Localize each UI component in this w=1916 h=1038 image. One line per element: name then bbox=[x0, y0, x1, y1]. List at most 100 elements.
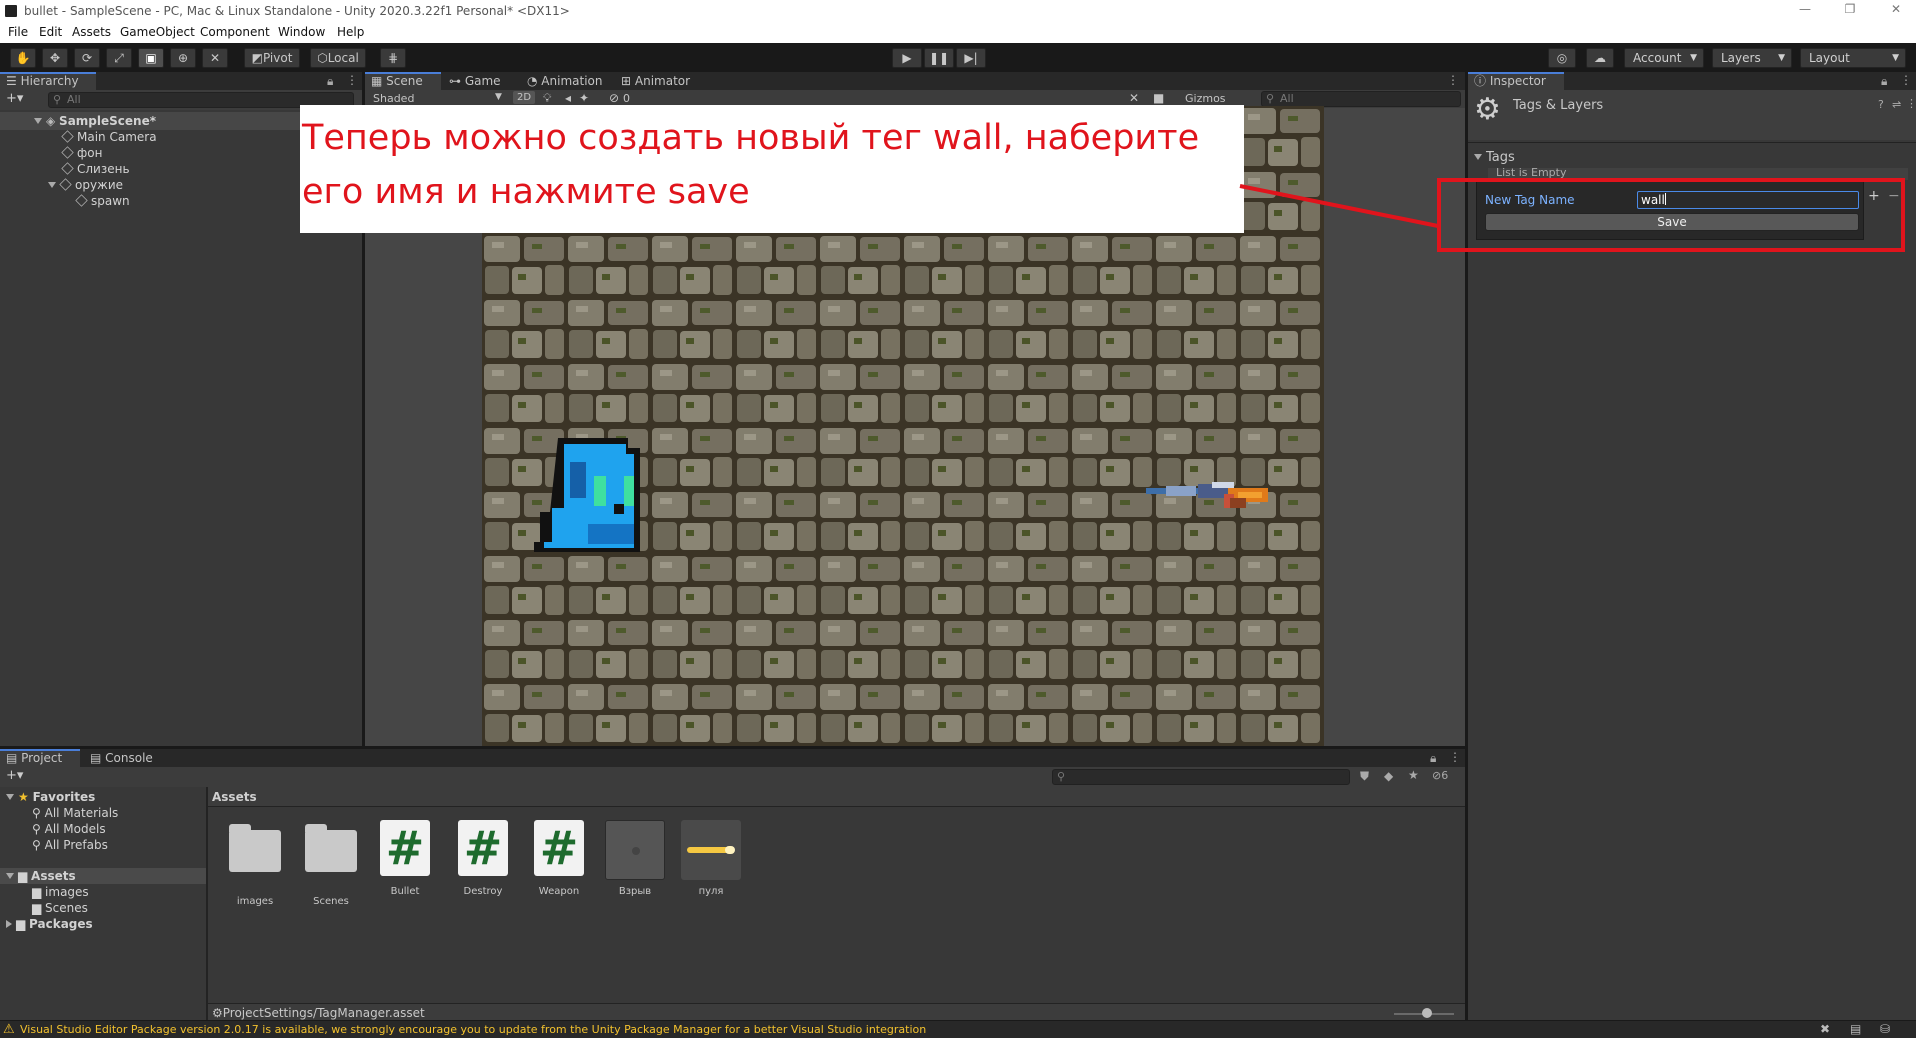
menu-edit[interactable]: Edit bbox=[39, 25, 62, 39]
splitter[interactable] bbox=[206, 787, 208, 1023]
2d-toggle[interactable]: 2D bbox=[513, 91, 536, 104]
tree-all-models[interactable]: ⚲ All Models bbox=[32, 821, 106, 837]
tools-icon[interactable]: ✕ bbox=[1129, 91, 1139, 105]
lock-icon[interactable]: 🔒︎ bbox=[1881, 74, 1887, 89]
cache-icon[interactable]: ⛁ bbox=[1880, 1022, 1890, 1036]
tree-assets[interactable]: ▆ Assets bbox=[6, 868, 76, 884]
tab-label: Scene bbox=[386, 74, 423, 88]
tree-all-materials[interactable]: ⚲ All Materials bbox=[32, 805, 118, 821]
close-button[interactable]: ✕ bbox=[1886, 2, 1906, 20]
tree-item-weapon[interactable]: оружие bbox=[48, 177, 123, 193]
tab-hierarchy[interactable]: ☰ Hierarchy bbox=[0, 72, 96, 90]
move-tool-icon[interactable]: ✥ bbox=[42, 48, 68, 68]
menu-gameobject[interactable]: GameObject bbox=[120, 25, 195, 39]
kebab-menu-icon[interactable]: ⋮ bbox=[1449, 750, 1461, 764]
menu-file[interactable]: File bbox=[8, 25, 28, 39]
lock-icon[interactable]: 🔒︎ bbox=[327, 74, 333, 89]
audio-icon[interactable]: ◂ bbox=[565, 91, 571, 105]
rect-tool-icon[interactable]: ▣ bbox=[138, 48, 164, 68]
tree-packages[interactable]: ▆ Packages bbox=[6, 916, 93, 932]
asset-images[interactable]: images bbox=[220, 820, 290, 907]
asset-explosion-prefab[interactable]: Взрыв bbox=[600, 820, 670, 897]
account-dropdown[interactable]: Account ▼ bbox=[1624, 48, 1704, 68]
cloud-icon[interactable]: ☁ bbox=[1586, 48, 1614, 68]
grid-snap-icon[interactable]: ⋕ bbox=[380, 48, 406, 68]
layers-dropdown[interactable]: Layers ▼ bbox=[1712, 48, 1792, 68]
pivot-toggle[interactable]: ◩Pivot bbox=[244, 48, 300, 68]
tab-game[interactable]: ⊶ Game bbox=[443, 72, 519, 90]
status-message[interactable]: Visual Studio Editor Package version 2.0… bbox=[20, 1023, 926, 1036]
help-icon[interactable]: ? bbox=[1878, 98, 1884, 111]
asset-scenes[interactable]: Scenes bbox=[296, 820, 366, 907]
local-toggle[interactable]: ⬡Local bbox=[310, 48, 366, 68]
menu-assets[interactable]: Assets bbox=[72, 25, 111, 39]
custom-tool-icon[interactable]: ✕ bbox=[202, 48, 228, 68]
filter-type-icon[interactable]: ⛊ bbox=[1360, 769, 1369, 784]
menu-help[interactable]: Help bbox=[337, 25, 364, 39]
lock-icon[interactable]: 🔒︎ bbox=[1430, 751, 1436, 766]
tab-animation[interactable]: ◔ Animation bbox=[521, 72, 611, 90]
filter-label-icon[interactable]: ◆ bbox=[1384, 769, 1393, 783]
tags-foldout[interactable]: Tags bbox=[1474, 150, 1515, 165]
kebab-menu-icon[interactable]: ⋮ bbox=[1900, 73, 1912, 87]
progress-icon[interactable]: ▤ bbox=[1850, 1022, 1861, 1036]
scale-tool-icon[interactable]: ⤢ bbox=[106, 48, 132, 68]
tree-scenes[interactable]: ▆ Scenes bbox=[32, 900, 88, 916]
annotation-line-2: его имя и нажмите save bbox=[302, 172, 750, 212]
preset-icon[interactable]: ⇌ bbox=[1892, 98, 1901, 111]
breadcrumb-assets[interactable]: Assets bbox=[212, 790, 257, 804]
play-button[interactable]: ▶ bbox=[892, 48, 922, 68]
scene-search-input[interactable]: ⚲ All bbox=[1261, 91, 1461, 107]
inspector-tab-label: Inspector bbox=[1489, 74, 1546, 88]
slider-thumb[interactable] bbox=[1422, 1008, 1432, 1018]
tab-project[interactable]: ▤ Project bbox=[0, 749, 80, 767]
light-icon[interactable]: 💡︎ bbox=[543, 91, 551, 106]
restore-button[interactable]: ❐ bbox=[1840, 2, 1860, 20]
minimize-button[interactable]: — bbox=[1795, 2, 1815, 20]
kebab-menu-icon[interactable]: ⋮ bbox=[1906, 97, 1916, 110]
menu-component[interactable]: Component bbox=[200, 25, 270, 39]
asset-bullet-script[interactable]: # Bullet bbox=[370, 820, 440, 897]
tree-all-prefabs[interactable]: ⚲ All Prefabs bbox=[32, 837, 108, 853]
tab-inspector[interactable]: ⓘ Inspector bbox=[1468, 72, 1564, 90]
camera-icon[interactable]: ■ bbox=[1153, 91, 1164, 105]
tab-scene[interactable]: ▦ Scene bbox=[365, 72, 441, 90]
hidden-packages-icon[interactable]: ⊘6 bbox=[1432, 769, 1448, 782]
tree-item-spawn[interactable]: spawn bbox=[75, 193, 130, 209]
tab-console[interactable]: ▤ Console bbox=[84, 749, 170, 767]
add-button[interactable]: +▾ bbox=[6, 91, 23, 106]
layout-dropdown[interactable]: Layout ▼ bbox=[1800, 48, 1906, 68]
asset-weapon-script[interactable]: # Weapon bbox=[524, 820, 594, 897]
tab-animator[interactable]: ⊞ Animator bbox=[615, 72, 705, 90]
collab-icon[interactable]: ◎ bbox=[1548, 48, 1576, 68]
unity-scene-icon: ◈ bbox=[46, 114, 60, 128]
asset-destroy-script[interactable]: # Destroy bbox=[448, 820, 518, 897]
menu-window[interactable]: Window bbox=[278, 25, 325, 39]
tree-images[interactable]: ▆ images bbox=[32, 884, 89, 900]
asset-bullet-sprite[interactable]: пуля bbox=[676, 820, 746, 897]
hand-tool-icon[interactable]: ✋ bbox=[10, 48, 36, 68]
tree-item-main-camera[interactable]: Main Camera bbox=[61, 129, 157, 145]
tree-item-samplescene[interactable]: ◈ SampleScene* bbox=[34, 113, 156, 129]
step-button[interactable]: ▶| bbox=[956, 48, 986, 68]
rotate-tool-icon[interactable]: ⟳ bbox=[74, 48, 100, 68]
gizmos-dropdown[interactable]: Gizmos bbox=[1185, 92, 1226, 105]
favorite-star-icon[interactable]: ★ bbox=[1408, 768, 1419, 782]
visibility-icon[interactable]: ⊘ bbox=[609, 91, 619, 105]
pause-button[interactable]: ❚❚ bbox=[924, 48, 954, 68]
csharp-script-icon: # bbox=[529, 820, 589, 880]
tree-item-slime[interactable]: Слизень bbox=[61, 161, 130, 177]
tab-label: Animation bbox=[541, 74, 603, 88]
tree-label: фон bbox=[77, 146, 103, 160]
tree-item-fon[interactable]: фон bbox=[61, 145, 103, 161]
tree-favorites[interactable]: ★ Favorites bbox=[6, 789, 95, 805]
debug-icon[interactable]: ✖ bbox=[1820, 1022, 1830, 1036]
kebab-menu-icon[interactable]: ⋮ bbox=[1447, 73, 1459, 87]
transform-tool-icon[interactable]: ⊕ bbox=[170, 48, 196, 68]
kebab-menu-icon[interactable]: ⋮ bbox=[346, 73, 358, 87]
effects-icon[interactable]: ✦ bbox=[579, 91, 589, 105]
project-search-input[interactable]: ⚲ bbox=[1052, 769, 1350, 785]
shading-dropdown[interactable]: Shaded bbox=[373, 92, 414, 105]
add-button[interactable]: +▾ bbox=[6, 768, 23, 783]
hierarchy-search-placeholder: All bbox=[67, 93, 81, 106]
